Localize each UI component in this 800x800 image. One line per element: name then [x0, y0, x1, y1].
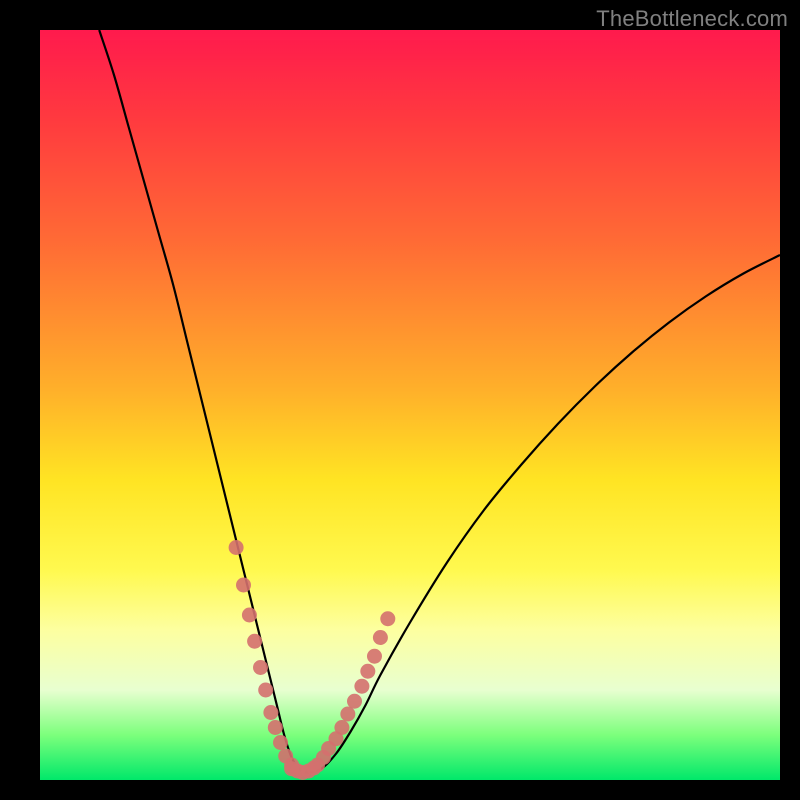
highlight-dots — [229, 540, 396, 780]
highlight-dot — [253, 660, 268, 675]
bottleneck-curve — [99, 30, 780, 773]
highlight-dot — [236, 578, 251, 593]
highlight-dot — [229, 540, 244, 555]
plot-area — [40, 30, 780, 780]
highlight-dot — [360, 664, 375, 679]
highlight-dot — [373, 630, 388, 645]
highlight-dot — [340, 707, 355, 722]
highlight-dot — [354, 679, 369, 694]
highlight-dot — [242, 608, 257, 623]
highlight-dot — [273, 735, 288, 750]
watermark-text: TheBottleneck.com — [596, 6, 788, 32]
chart-frame: TheBottleneck.com — [0, 0, 800, 800]
curve-svg — [40, 30, 780, 780]
highlight-dot — [367, 649, 382, 664]
highlight-dot — [306, 761, 321, 776]
highlight-dot — [258, 683, 273, 698]
highlight-dot — [247, 634, 262, 649]
highlight-dot — [347, 694, 362, 709]
highlight-dot — [263, 705, 278, 720]
highlight-dot — [334, 720, 349, 735]
highlight-dot — [268, 720, 283, 735]
highlight-dot — [380, 611, 395, 626]
